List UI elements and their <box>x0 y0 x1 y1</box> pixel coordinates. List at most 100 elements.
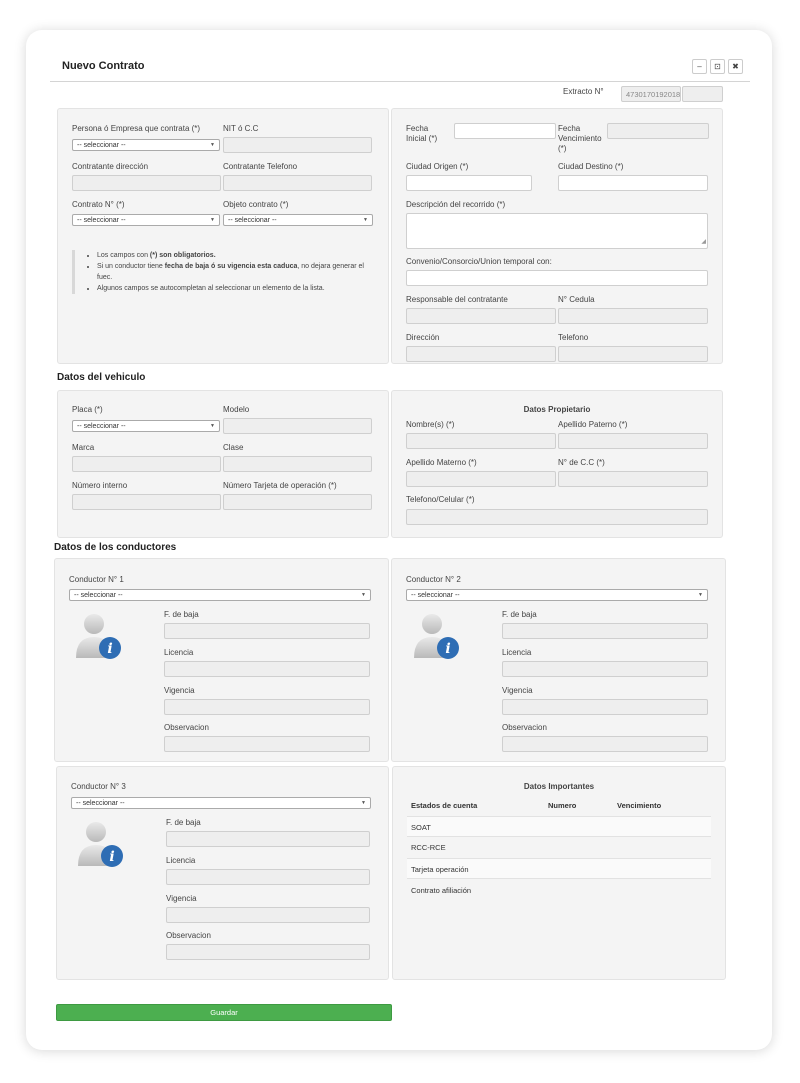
conductor-1-baja-field <box>164 623 370 639</box>
fecha-inicial-label: Fecha Inicial (*) <box>406 124 438 143</box>
modelo-field <box>223 418 372 434</box>
responsable-label: Responsable del contratante <box>406 295 508 304</box>
chevron-down-icon: ▼ <box>210 217 215 223</box>
conductor-3-select-value: -- seleccionar -- <box>76 800 125 807</box>
conductor-2-select-value: -- seleccionar -- <box>411 592 460 599</box>
extracto-field: 4730170192018 <box>621 86 681 102</box>
conductor-2-licencia-field <box>502 661 708 677</box>
placa-select-value: -- seleccionar -- <box>77 423 126 430</box>
conductor-3-vigencia-label: Vigencia <box>166 894 197 903</box>
conductor-2-select[interactable]: -- seleccionar -- ▼ <box>406 589 708 601</box>
numero-interno-field <box>72 494 221 510</box>
modelo-label: Modelo <box>223 405 250 414</box>
descripcion-label: Descripción del recorrido (*) <box>406 200 506 209</box>
chevron-down-icon: ▼ <box>698 592 703 598</box>
table-row: SOAT <box>407 816 711 837</box>
fecha-inicial-input[interactable] <box>454 123 556 139</box>
minimize-button[interactable]: – <box>692 59 707 74</box>
propietario-telefono-field <box>406 509 708 525</box>
ciudad-destino-input[interactable] <box>558 175 708 191</box>
marca-label: Marca <box>72 443 95 452</box>
col-vencimiento-header: Vencimiento <box>617 801 662 810</box>
ciudad-origen-input[interactable] <box>406 175 532 191</box>
descripcion-textarea[interactable]: ◢ <box>406 213 708 249</box>
table-row: RCC-RCE <box>411 843 446 852</box>
persona-select[interactable]: -- seleccionar -- ▼ <box>72 139 220 151</box>
marca-field <box>72 456 221 472</box>
chevron-down-icon: ▼ <box>210 423 215 429</box>
tarjeta-operacion-field <box>223 494 372 510</box>
ciudad-origen-label: Ciudad Origen (*) <box>406 162 469 171</box>
persona-select-value: -- seleccionar -- <box>77 142 126 149</box>
notes-box: Los campos con (*) son obligatorios. Si … <box>72 250 372 294</box>
propietario-telefono-label: Telefono/Celular (*) <box>406 495 475 504</box>
svg-text:i: i <box>445 641 450 657</box>
ciudad-destino-label: Ciudad Destino (*) <box>558 162 624 171</box>
restore-button[interactable]: ⊡ <box>710 59 725 74</box>
conductor-2-licencia-label: Licencia <box>502 648 532 657</box>
clase-label: Clase <box>223 443 244 452</box>
window-title: Nuevo Contrato <box>62 60 145 72</box>
contratante-telefono-field <box>223 175 372 191</box>
conductor-3-licencia-label: Licencia <box>166 856 196 865</box>
contrato-select-value: -- seleccionar -- <box>77 217 126 224</box>
conductor-3-vigencia-field <box>166 907 370 923</box>
conductor-3-licencia-field <box>166 869 370 885</box>
persona-label: Persona ó Empresa que contrata (*) <box>72 124 201 133</box>
trip-direccion-field <box>406 346 556 362</box>
nit-label: NIT ó C.C <box>223 124 259 133</box>
conductor-2-observacion-label: Observacion <box>502 723 547 732</box>
chevron-down-icon: ▼ <box>361 800 366 806</box>
chevron-down-icon: ▼ <box>210 142 215 148</box>
numero-interno-label: Número interno <box>72 481 128 490</box>
objeto-select-value: -- seleccionar -- <box>228 217 277 224</box>
conductor-1-observacion-field <box>164 736 370 752</box>
svg-text:i: i <box>109 849 114 865</box>
conductor-1-vigencia-label: Vigencia <box>164 686 195 695</box>
contratante-telefono-label: Contratante Telefono <box>223 162 298 171</box>
extracto-suffix-field <box>682 86 723 102</box>
conductor-1-label: Conductor N° 1 <box>69 575 124 584</box>
objeto-select[interactable]: -- seleccionar -- ▼ <box>223 214 373 226</box>
user-info-icon: i <box>76 614 121 659</box>
contrato-select[interactable]: -- seleccionar -- ▼ <box>72 214 220 226</box>
user-info-icon: i <box>78 822 123 867</box>
contrato-label: Contrato N° (*) <box>72 200 125 209</box>
conductor-3-observacion-label: Observacion <box>166 931 211 940</box>
nit-field <box>223 137 372 153</box>
cedula-field <box>558 308 708 324</box>
placa-select[interactable]: -- seleccionar -- ▼ <box>72 420 220 432</box>
conductor-1-select[interactable]: -- seleccionar -- ▼ <box>69 589 371 601</box>
convenio-input[interactable] <box>406 270 708 286</box>
tarjeta-operacion-label: Número Tarjeta de operación (*) <box>223 481 337 490</box>
col-numero-header: Numero <box>548 801 577 810</box>
resize-grip-icon[interactable]: ◢ <box>701 238 706 247</box>
conductor-3-baja-label: F. de baja <box>166 818 201 827</box>
conductor-3-label: Conductor N° 3 <box>71 782 126 791</box>
conductor-1-licencia-field <box>164 661 370 677</box>
conductor-1-baja-label: F. de baja <box>164 610 199 619</box>
conductor-1-vigencia-field <box>164 699 370 715</box>
close-button[interactable]: ✖ <box>728 59 743 74</box>
table-row: Tarjeta operación <box>407 858 711 879</box>
apellido-paterno-field <box>558 433 708 449</box>
trip-telefono-label: Telefono <box>558 333 589 342</box>
fecha-vencimiento-label: Fecha Vencimiento (*) <box>558 124 602 153</box>
apellido-materno-field <box>406 471 556 487</box>
cc-field <box>558 471 708 487</box>
svg-text:i: i <box>107 641 112 657</box>
save-button[interactable]: Guardar <box>56 1004 392 1021</box>
cc-label: N° de C.C (*) <box>558 458 605 467</box>
col-estados-header: Estados de cuenta <box>411 801 478 810</box>
conductor-1-select-value: -- seleccionar -- <box>74 592 123 599</box>
conductor-2-vigencia-field <box>502 699 708 715</box>
conductor-2-label: Conductor N° 2 <box>406 575 461 584</box>
note-autocomplete: Algunos campos se autocompletan al selec… <box>97 283 372 294</box>
conductor-2-observacion-field <box>502 736 708 752</box>
contratante-direccion-field <box>72 175 221 191</box>
trip-direccion-label: Dirección <box>406 333 440 342</box>
conductor-3-select[interactable]: -- seleccionar -- ▼ <box>71 797 371 809</box>
objeto-label: Objeto contrato (*) <box>223 200 289 209</box>
apellido-materno-label: Apellido Materno (*) <box>406 458 477 467</box>
trip-telefono-field <box>558 346 708 362</box>
